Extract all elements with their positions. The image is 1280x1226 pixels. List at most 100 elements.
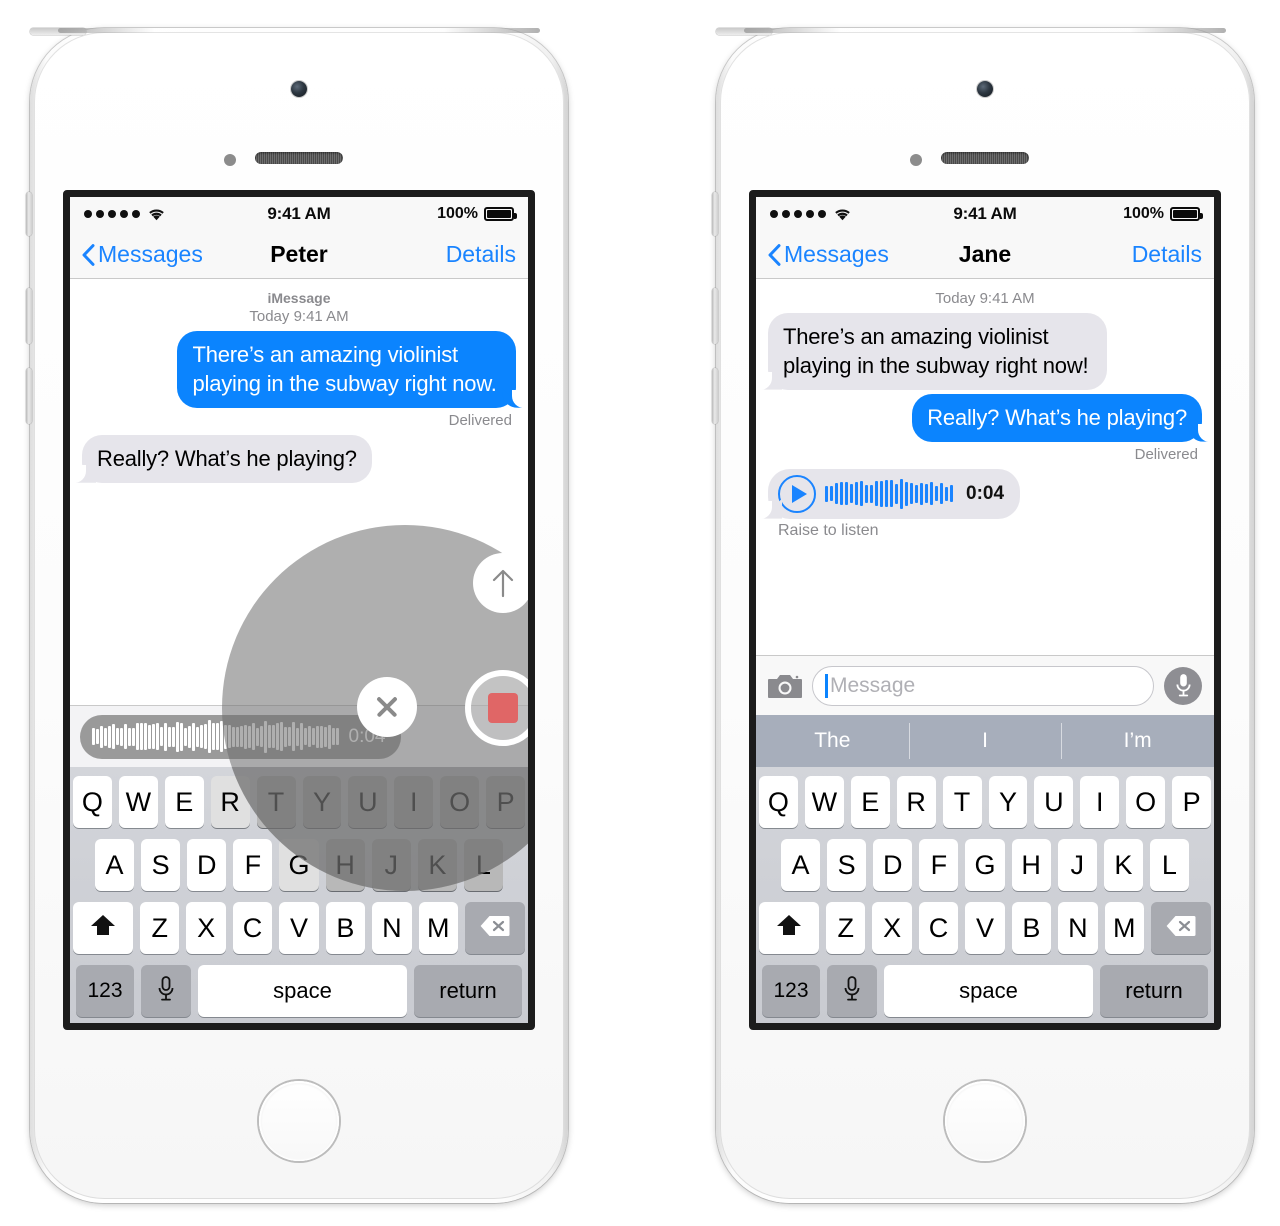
key-y[interactable]: Y	[988, 776, 1028, 828]
key-h[interactable]: H	[1011, 839, 1051, 891]
conversation-area: iMessage Today 9:41 AM There’s an amazin…	[70, 279, 528, 705]
key-v[interactable]: V	[965, 902, 1005, 954]
key-w[interactable]: W	[804, 776, 844, 828]
conversation-meta: Today 9:41 AM	[768, 289, 1202, 309]
earpiece-speaker	[255, 152, 343, 164]
key-p[interactable]: P	[486, 776, 526, 828]
key-g[interactable]: G	[279, 839, 319, 891]
key-s[interactable]: S	[141, 839, 181, 891]
key-l[interactable]: L	[1149, 839, 1189, 891]
front-camera	[291, 81, 307, 97]
arrow-up-icon	[490, 568, 516, 598]
key-f[interactable]: F	[233, 839, 273, 891]
key-x[interactable]: X	[186, 902, 226, 954]
volume-down-button[interactable]	[26, 368, 32, 424]
camera-icon[interactable]	[768, 672, 802, 699]
key-d[interactable]: D	[873, 839, 913, 891]
key-h[interactable]: H	[325, 839, 365, 891]
key-y[interactable]: Y	[302, 776, 342, 828]
predictive-suggestion[interactable]: The	[756, 715, 909, 767]
status-bar-clock: 9:41 AM	[267, 204, 331, 223]
key-c[interactable]: C	[232, 902, 273, 954]
dictation-key[interactable]	[827, 965, 877, 1017]
key-z[interactable]: Z	[826, 902, 866, 954]
home-button[interactable]	[945, 1081, 1025, 1161]
volume-up-button[interactable]	[26, 288, 32, 344]
predictive-suggestion[interactable]: I’m	[1061, 715, 1214, 767]
key-x[interactable]: X	[872, 902, 912, 954]
volume-up-button[interactable]	[712, 288, 718, 344]
key-s[interactable]: S	[827, 839, 867, 891]
shift-key[interactable]	[73, 902, 133, 954]
key-j[interactable]: J	[371, 839, 411, 891]
navigation-bar: Messages Jane Details	[756, 231, 1214, 279]
key-a[interactable]: A	[781, 839, 821, 891]
key-u[interactable]: U	[348, 776, 388, 828]
message-bubble-outgoing[interactable]: Really? What’s he playing?	[912, 393, 1210, 442]
key-q[interactable]: Q	[72, 776, 112, 828]
recording-pill[interactable]: 0:04	[80, 714, 402, 759]
key-n[interactable]: N	[1058, 902, 1098, 954]
backspace-key[interactable]	[1151, 902, 1211, 954]
cancel-audio-button[interactable]	[357, 677, 417, 737]
mute-switch[interactable]	[26, 192, 32, 236]
key-f[interactable]: F	[919, 839, 959, 891]
key-p[interactable]: P	[1172, 776, 1212, 828]
message-bubble-incoming[interactable]: There’s an amazing violinist playing in …	[760, 312, 1107, 390]
key-e[interactable]: E	[164, 776, 204, 828]
key-u[interactable]: U	[1034, 776, 1074, 828]
key-t[interactable]: T	[942, 776, 982, 828]
numbers-key[interactable]: 123	[762, 965, 820, 1017]
predictive-suggestion[interactable]: I	[908, 715, 1062, 767]
key-n[interactable]: N	[372, 902, 412, 954]
key-t[interactable]: T	[256, 776, 296, 828]
key-b[interactable]: B	[1011, 902, 1052, 954]
home-button[interactable]	[259, 1081, 339, 1161]
return-key[interactable]: return	[1100, 965, 1208, 1017]
key-j[interactable]: J	[1057, 839, 1097, 891]
key-q[interactable]: Q	[758, 776, 798, 828]
key-g[interactable]: G	[965, 839, 1005, 891]
key-z[interactable]: Z	[140, 902, 180, 954]
text-cursor	[825, 673, 828, 698]
play-icon[interactable]	[778, 474, 816, 513]
key-m[interactable]: M	[1104, 902, 1144, 954]
space-key[interactable]: space	[884, 965, 1093, 1017]
key-l[interactable]: L	[463, 839, 503, 891]
audio-message-bubble[interactable]: 0:04	[759, 468, 1021, 519]
key-w[interactable]: W	[118, 776, 158, 828]
message-bubble-outgoing[interactable]: There’s an amazing violinist playing in …	[177, 330, 524, 408]
message-input[interactable]: Message	[812, 665, 1154, 706]
keyboard-row-1: QWERTYUIOP	[758, 776, 1212, 828]
space-key[interactable]: space	[198, 965, 407, 1017]
backspace-key[interactable]	[465, 902, 525, 954]
return-key[interactable]: return	[414, 965, 522, 1017]
keyboard-row-3: ZXCVBNM	[73, 902, 525, 954]
key-d[interactable]: D	[187, 839, 227, 891]
key-e[interactable]: E	[850, 776, 890, 828]
key-r[interactable]: R	[210, 776, 250, 828]
key-b[interactable]: B	[325, 902, 366, 954]
mute-switch[interactable]	[712, 192, 718, 236]
key-k[interactable]: K	[417, 839, 457, 891]
key-r[interactable]: R	[896, 776, 936, 828]
conversation-title: Jane	[958, 241, 1012, 267]
key-a[interactable]: A	[95, 839, 135, 891]
stop-recording-button[interactable]	[465, 670, 528, 746]
key-c[interactable]: C	[918, 902, 959, 954]
key-o[interactable]: O	[440, 776, 480, 828]
volume-down-button[interactable]	[712, 368, 718, 424]
key-i[interactable]: I	[1080, 776, 1120, 828]
numbers-key[interactable]: 123	[76, 965, 134, 1017]
backspace-icon	[1166, 913, 1196, 944]
send-audio-button[interactable]	[473, 553, 528, 613]
key-o[interactable]: O	[1126, 776, 1166, 828]
key-m[interactable]: M	[418, 902, 458, 954]
key-k[interactable]: K	[1103, 839, 1143, 891]
dictation-key[interactable]	[141, 965, 191, 1017]
key-i[interactable]: I	[394, 776, 434, 828]
message-bubble-incoming[interactable]: Really? What’s he playing?	[74, 434, 372, 483]
audio-record-button[interactable]	[1164, 666, 1202, 705]
key-v[interactable]: V	[279, 902, 319, 954]
shift-key[interactable]	[759, 902, 819, 954]
